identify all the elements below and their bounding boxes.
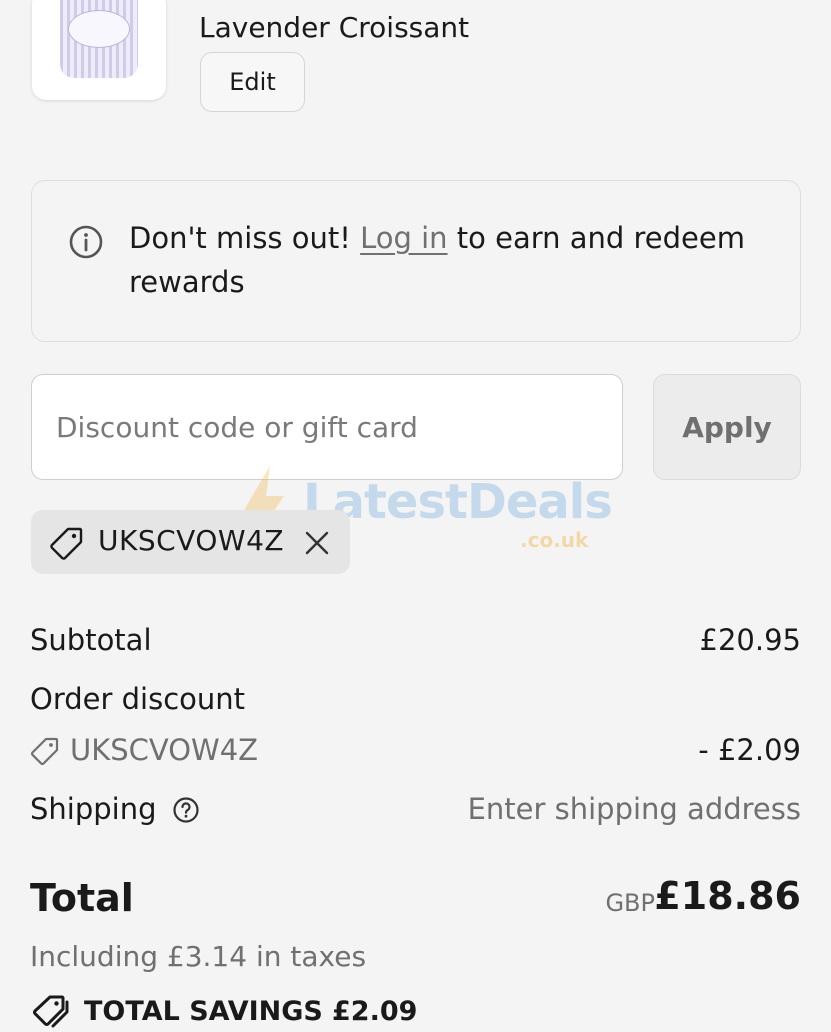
tags-icon [32,995,69,1028]
total-savings-value: £2.09 [332,996,418,1027]
tag-icon [50,527,83,560]
product-name: Lavender Croissant [199,11,470,44]
rewards-prefix: Don't miss out! [129,221,361,255]
product-thumbnail [32,0,166,100]
edit-button[interactable]: Edit [200,52,305,112]
tag-icon [30,737,59,766]
subtotal-value: £20.95 [699,623,801,657]
login-link[interactable]: Log in [360,221,447,255]
product-image-label [68,10,130,48]
discount-code-input[interactable] [31,374,623,480]
currency-code: GBP [605,889,655,917]
product-image-cup [60,0,138,78]
help-circle-icon[interactable] [172,796,200,824]
total-value: £18.86 [654,874,801,918]
applied-code-text: UKSCVOW4Z [98,524,285,557]
close-icon[interactable] [302,528,332,558]
subtotal-label: Subtotal [30,623,152,657]
discount-value: - £2.09 [698,733,801,767]
shipping-value: Enter shipping address [467,792,801,826]
total-label: Total [30,876,134,920]
watermark-subtext: .co.uk [520,528,589,552]
total-savings-label: TOTAL SAVINGS [84,996,323,1027]
order-discount-label: Order discount [30,682,246,716]
shipping-label: Shipping [30,792,157,826]
taxes-note: Including £3.14 in taxes [30,940,367,973]
info-icon [69,225,103,259]
rewards-banner-text: Don't miss out! Log in to earn and redee… [129,216,779,304]
discount-code-label: UKSCVOW4Z [70,733,259,767]
apply-button[interactable]: Apply [653,374,801,480]
